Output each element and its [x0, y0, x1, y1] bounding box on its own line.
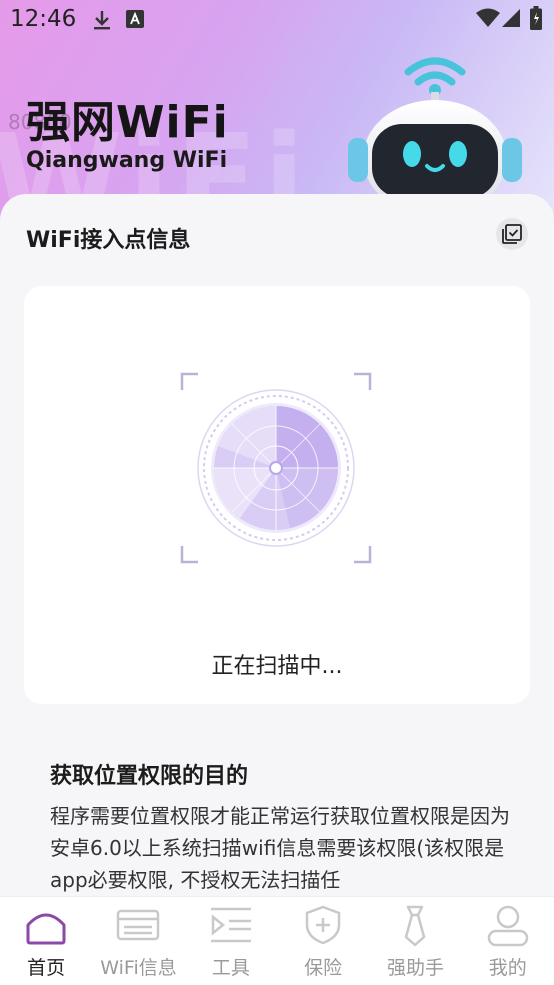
home-icon — [26, 913, 66, 945]
tab-home[interactable]: 首页 — [0, 897, 92, 985]
permission-title: 获取位置权限的目的 — [50, 764, 249, 789]
scan-card: 正在扫描中... — [24, 286, 530, 704]
tools-icon — [210, 907, 251, 943]
tab-tools[interactable]: 工具 — [185, 897, 277, 985]
section-title: WiFi接入点信息 — [26, 228, 191, 253]
tab-label: 首页 — [27, 957, 66, 979]
checklist-icon — [502, 224, 522, 244]
wifi-signal-icon — [476, 8, 500, 27]
tab-assistant[interactable]: 强助手 — [369, 897, 461, 985]
tab-label: 强助手 — [386, 957, 444, 979]
shield-icon — [305, 905, 341, 945]
app-a-icon — [126, 10, 144, 28]
app-title: 强网WiFi — [26, 97, 229, 148]
tab-label: 我的 — [488, 957, 527, 979]
status-time: 12:46 — [10, 6, 77, 32]
tab-wifi-info[interactable]: WiFi信息 — [92, 897, 184, 985]
cell-signal-icon — [502, 9, 520, 27]
bottom-tab-bar: 首页 WiFi信息 工具 保险 强助手 我的 — [0, 896, 554, 985]
battery-icon — [530, 6, 542, 30]
scan-status-text: 正在扫描中... — [211, 654, 343, 679]
download-icon — [94, 11, 110, 30]
tab-label: 保险 — [304, 957, 343, 979]
wifi-info-icon — [117, 909, 160, 941]
radar-scan-icon — [180, 372, 372, 564]
tie-icon — [405, 905, 426, 947]
permission-body: 程序需要位置权限才能正常运行获取位置权限是因为安卓6.0以上系统扫描wifi信息… — [50, 804, 510, 892]
tab-label: 工具 — [211, 957, 250, 979]
tab-profile[interactable]: 我的 — [462, 897, 554, 985]
tab-label: WiFi信息 — [100, 957, 177, 979]
status-bar: 12:46 — [0, 0, 554, 40]
robot-mascot-icon — [348, 57, 522, 208]
profile-icon — [487, 905, 529, 947]
tab-insurance[interactable]: 保险 — [277, 897, 369, 985]
app-subtitle: Qiangwang WiFi — [26, 148, 228, 173]
checklist-button[interactable] — [496, 218, 528, 250]
